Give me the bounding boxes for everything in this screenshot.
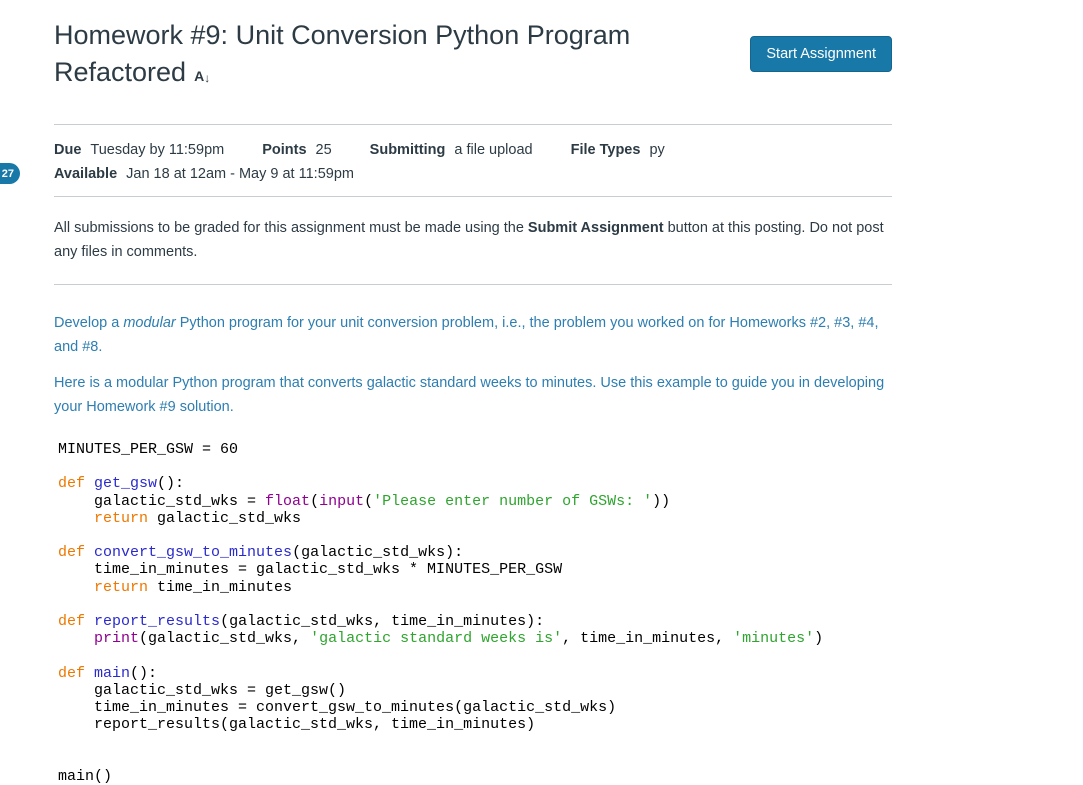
assignment-page: Homework #9: Unit Conversion Python Prog… — [54, 0, 892, 785]
meta-available: Available Jan 18 at 12am - May 9 at 11:5… — [54, 162, 892, 186]
page-title-text: Homework #9: Unit Conversion Python Prog… — [54, 20, 631, 87]
meta-file-types: File Types py — [571, 138, 665, 162]
code-block: MINUTES_PER_GSW = 60 def get_gsw(): galac… — [58, 441, 824, 785]
assignment-description: Develop a modular Python program for you… — [54, 285, 892, 419]
description-paragraph-1: Develop a modular Python program for you… — [54, 311, 892, 359]
meta-submitting: Submitting a file upload — [370, 138, 533, 162]
assignment-header: Homework #9: Unit Conversion Python Prog… — [54, 0, 892, 96]
meta-points: Points 25 — [262, 138, 331, 162]
meta-due: Due Tuesday by 11:59pm — [54, 138, 224, 162]
points-value: 25 — [315, 142, 332, 158]
file-types-value: py — [649, 142, 665, 158]
desc-p1-italic: modular — [123, 315, 176, 331]
points-label: Points — [262, 142, 307, 158]
desc-p1-text-1: Develop a — [54, 315, 124, 331]
meta-row-1: Due Tuesday by 11:59pm Points 25 Submitt… — [54, 138, 892, 162]
file-types-label: File Types — [570, 142, 641, 158]
notice-bold: Submit Assignment — [527, 220, 664, 236]
notice-text-1: All submissions to be graded for this as… — [54, 220, 528, 236]
desc-p1-text-2: Python program for your unit conversion … — [54, 315, 879, 355]
text-to-speech-icon[interactable]: A↓ — [194, 54, 210, 96]
page-title: Homework #9: Unit Conversion Python Prog… — [54, 17, 719, 96]
submission-notice: All submissions to be graded for this as… — [54, 197, 892, 284]
available-value: Jan 18 at 12am - May 9 at 11:59pm — [126, 166, 354, 182]
submitting-value: a file upload — [454, 142, 533, 158]
available-label: Available — [54, 166, 118, 182]
assignment-meta: Due Tuesday by 11:59pm Points 25 Submitt… — [54, 125, 892, 196]
submitting-label: Submitting — [369, 142, 446, 158]
description-paragraph-2: Here is a modular Python program that co… — [54, 375, 885, 415]
due-label: Due — [54, 142, 82, 158]
start-assignment-button[interactable]: Start Assignment — [750, 36, 892, 72]
unread-count-badge[interactable]: 27 — [0, 163, 20, 184]
due-value: Tuesday by 11:59pm — [90, 142, 225, 158]
unread-count: 27 — [1, 167, 14, 180]
